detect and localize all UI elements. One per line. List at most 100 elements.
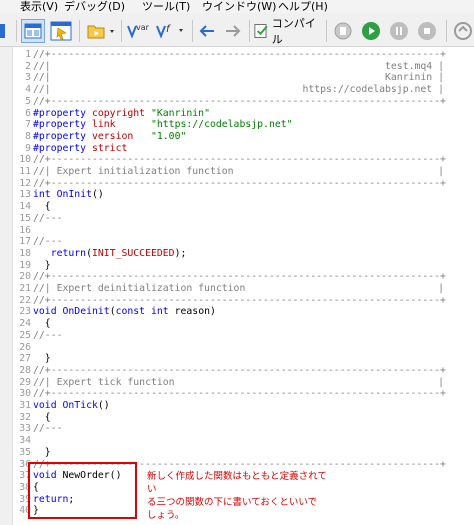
code-line[interactable]: 8 #property version "1.00" — [0, 131, 474, 143]
code-text: void OnTick() — [33, 400, 110, 412]
line-number: 2 — [25, 60, 31, 72]
play-icon[interactable] — [360, 19, 382, 43]
code-line[interactable]: 34 — [0, 435, 474, 447]
code-token: copyright — [86, 107, 151, 119]
code-line[interactable]: 17//--- — [0, 236, 474, 248]
menu-tools[interactable]: ツール(T) — [142, 0, 190, 13]
code-token: //+-------------------------------------… — [33, 95, 446, 107]
debug-icon[interactable] — [332, 19, 354, 43]
code-line[interactable]: 26 — [0, 342, 474, 354]
code-line[interactable]: 13 int OnInit() — [0, 189, 474, 201]
code-text: //| Expert initialization function — [33, 166, 234, 178]
toolbar-separator — [249, 20, 250, 42]
code-text: //--- — [33, 423, 63, 435]
code-line[interactable]: 15//--- — [0, 213, 474, 225]
line-number: 1 — [25, 49, 31, 60]
pause-icon[interactable] — [388, 19, 410, 43]
compile-button[interactable]: コンパイル — [253, 17, 323, 46]
forward-arrow-icon[interactable] — [222, 19, 244, 43]
code-token: "https://codelabsjp.net" — [150, 119, 293, 131]
code-line[interactable]: 22//+-----------------------------------… — [0, 295, 474, 307]
code-line[interactable]: 9 #property strict — [0, 143, 474, 155]
compile-label: コンパイル — [271, 17, 316, 46]
code-token: "Kanrinin" — [150, 107, 210, 119]
code-token: //+-------------------------------------… — [33, 177, 446, 189]
menu-help[interactable]: ヘルプ(H) — [278, 0, 328, 13]
code-token: int — [151, 306, 169, 318]
toolbar-separator — [121, 20, 122, 42]
code-line[interactable]: 33//--- — [0, 423, 474, 435]
annotation-note: 新しく作成した関数はもともと定義されてい る三つの関数の下に書いておくといいで … — [147, 471, 327, 521]
code-line[interactable]: 31 void OnTick() — [0, 400, 474, 412]
code-line[interactable]: 19 } — [0, 260, 474, 272]
line-number: 28 — [19, 364, 31, 376]
line-number: 7 — [25, 119, 31, 131]
f-label: f — [166, 24, 171, 35]
code-line[interactable]: 3//| Kanrinin | — [0, 72, 474, 84]
code-line[interactable]: 24 { — [0, 318, 474, 330]
code-line[interactable]: 29//| Expert tick function | — [0, 377, 474, 389]
header-comment-right: https://codelabsjp.net | — [302, 84, 444, 96]
code-line[interactable]: 5//+------------------------------------… — [0, 96, 474, 108]
code-line[interactable]: 20//+-----------------------------------… — [0, 271, 474, 283]
line-number: 26 — [19, 341, 31, 353]
code-line[interactable]: 21//| Expert deinitialization function | — [0, 283, 474, 295]
code-line[interactable]: 1//+------------------------------------… — [0, 49, 474, 61]
compile-icon — [254, 24, 268, 38]
code-text: //+-------------------------------------… — [33, 96, 446, 108]
code-line[interactable]: 2//| test.mq4 | — [0, 61, 474, 73]
code-text: } — [33, 260, 51, 272]
code-line[interactable]: 14 { — [0, 201, 474, 213]
var-insert-icon[interactable]: var — [124, 19, 150, 43]
navigator-icon[interactable] — [48, 19, 74, 43]
code-token: //+-------------------------------------… — [33, 154, 446, 166]
menu-view[interactable]: 表示(V) — [20, 0, 58, 13]
line-number: 37 — [19, 470, 31, 482]
code-line[interactable]: 25//--- — [0, 330, 474, 342]
code-text: { — [33, 318, 51, 330]
code-line[interactable]: 30//+-----------------------------------… — [0, 388, 474, 400]
code-line[interactable]: 12//+-----------------------------------… — [0, 178, 474, 190]
code-token: //| Expert tick function — [33, 376, 175, 388]
line-number: 21 — [19, 283, 31, 294]
code-line[interactable]: 6 #property copyright "Kanrinin" — [0, 108, 474, 120]
toolbar-separator — [326, 20, 327, 42]
code-line[interactable]: 27 } — [0, 353, 474, 365]
code-line[interactable]: 11//| Expert initialization function | — [0, 166, 474, 178]
line-number: 38 — [19, 481, 31, 493]
code-token: return — [33, 247, 87, 259]
code-text: //| — [33, 84, 51, 96]
code-token: strict — [86, 142, 128, 154]
code-line[interactable]: 23 void OnDeinit(const int reason) — [0, 306, 474, 318]
toolbar: var f コンパイル — [0, 13, 474, 47]
back-arrow-icon[interactable] — [196, 19, 218, 43]
tester-icon[interactable] — [452, 19, 474, 43]
code-line[interactable]: 35 } — [0, 447, 474, 459]
code-line[interactable]: 10//+-----------------------------------… — [0, 154, 474, 166]
line-number: 22 — [19, 294, 31, 306]
folder-icon[interactable] — [84, 19, 118, 43]
line-number: 8 — [25, 130, 31, 142]
code-line[interactable]: 16 — [0, 225, 474, 237]
code-line[interactable]: 18 return(INIT_SUCCEEDED); — [0, 248, 474, 260]
menu-debug[interactable]: デバッグ(D) — [64, 0, 125, 13]
toolbar-edge-icon[interactable] — [0, 19, 10, 43]
code-text: //+-------------------------------------… — [33, 49, 446, 61]
view-icon[interactable] — [21, 19, 45, 43]
code-line[interactable]: 28//+-----------------------------------… — [0, 365, 474, 377]
code-text: #property copyright "Kanrinin" — [33, 108, 210, 120]
code-text: //+-------------------------------------… — [33, 178, 446, 190]
stop-icon[interactable] — [416, 19, 438, 43]
function-insert-icon[interactable]: f — [154, 19, 188, 43]
code-line[interactable]: 32 { — [0, 412, 474, 424]
line-number: 6 — [25, 107, 31, 119]
code-token: #property — [33, 130, 87, 142]
code-text: } — [33, 353, 51, 365]
code-token: OnInit — [56, 189, 92, 201]
menu-window[interactable]: ウインドウ(W) — [202, 0, 276, 13]
code-token: } — [33, 353, 51, 365]
code-token: #property — [33, 107, 87, 119]
code-line[interactable]: 4//| https://codelabsjp.net | — [0, 84, 474, 96]
code-editor[interactable]: 1//+------------------------------------… — [0, 47, 474, 525]
code-line[interactable]: 7 #property link "https://codelabsjp.net" — [0, 119, 474, 131]
